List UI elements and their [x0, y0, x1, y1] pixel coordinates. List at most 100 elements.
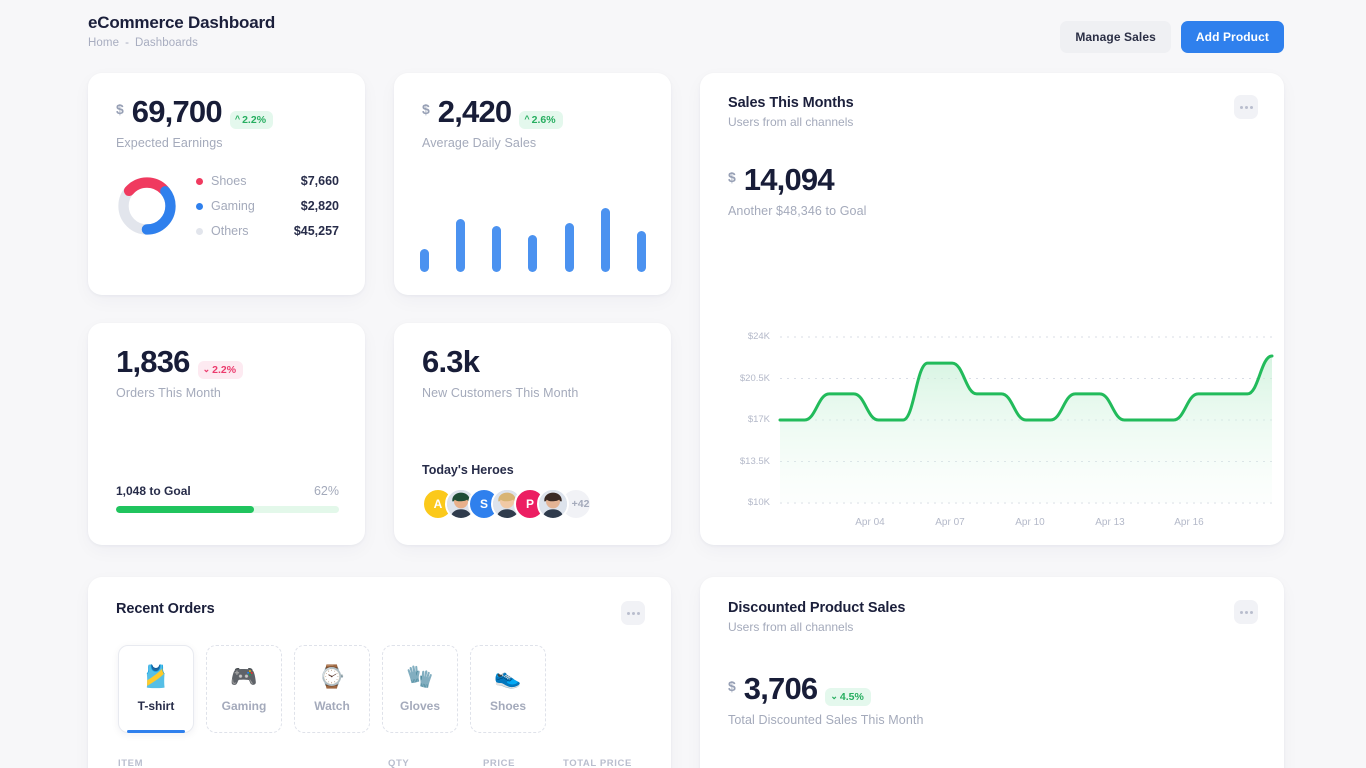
page-title: eCommerce Dashboard	[88, 13, 276, 32]
avatar-photo[interactable]	[537, 488, 569, 520]
average-daily-sales-card: $ 2,420 ^ 2.6% Average Daily Sales	[394, 73, 671, 295]
daily-sales-value: 2,420	[437, 94, 512, 129]
x-tick-label: Apr 10	[1015, 517, 1045, 528]
x-tick-label: Apr 04	[855, 517, 885, 528]
product-tab-label: T-shirt	[137, 699, 175, 713]
expected-earnings-kpi: $ 69,700 ^ 2.2%	[116, 95, 339, 129]
orders-label: Orders This Month	[116, 386, 221, 400]
breadcrumb: Home - Dashboards	[88, 37, 275, 49]
active-tab-underline	[127, 730, 185, 733]
bar-4	[528, 234, 538, 272]
bar-1	[420, 248, 429, 272]
dashboard-page: eCommerce Dashboard Home - Dashboards Ma…	[0, 0, 1366, 768]
sales-card-subtitle: Users from all channels	[728, 115, 854, 129]
product-tab-gloves[interactable]: 🧤 Gloves	[382, 645, 458, 733]
y-tick-label: $17K	[747, 414, 770, 425]
orders-kpi: 1,836 ⌄ 2.2%	[116, 345, 339, 379]
sales-value: 14,094	[743, 162, 835, 197]
todays-heroes-title: Today's Heroes	[422, 463, 514, 477]
expected-earnings-delta: 2.2%	[242, 113, 267, 126]
discount-kpi: $ 3,706 ⌄ 4.5%	[728, 672, 1258, 706]
column-header-total-price: TOTAL PRICE	[563, 758, 632, 768]
bar-2	[456, 218, 466, 272]
ellipsis-icon[interactable]	[621, 601, 645, 625]
expected-earnings-label: Expected Earnings	[116, 136, 223, 150]
product-tab-shoes[interactable]: 👟 Shoes	[470, 645, 546, 733]
sales-card-title: Sales This Months	[728, 95, 854, 111]
product-tab-gaming[interactable]: 🎮 Gaming	[206, 645, 282, 733]
discount-card-subtitle: Users from all channels	[728, 620, 854, 634]
sales-kpi: $ 14,094	[728, 163, 1258, 197]
discount-delta: 4.5%	[839, 690, 864, 703]
discounted-product-sales-card: Discounted Product Sales Users from all …	[700, 577, 1284, 768]
new-customers-card: 6.3k New Customers This Month Today's He…	[394, 323, 671, 545]
x-tick-label: Apr 13	[1095, 517, 1125, 528]
manage-sales-button[interactable]: Manage Sales	[1060, 21, 1171, 53]
column-header-price: PRICE	[483, 758, 516, 768]
daily-sales-bar-chart	[420, 202, 646, 272]
sales-goal-note: Another $48,346 to Goal	[728, 204, 867, 218]
legend-dot-shoes	[196, 177, 203, 185]
column-header-item: ITEM	[118, 758, 144, 768]
header-actions: Manage Sales Add Product	[1060, 21, 1284, 53]
ellipsis-icon[interactable]	[1234, 600, 1258, 624]
page-header: eCommerce Dashboard Home - Dashboards Ma…	[88, 12, 1284, 60]
legend-amount-others: $45,257	[293, 224, 339, 238]
legend-dot-others	[196, 227, 203, 235]
orders-goal-label: 1,048 to Goal	[116, 484, 191, 498]
breadcrumb-item-dashboards[interactable]: Dashboards	[135, 37, 198, 49]
currency-symbol: $	[728, 678, 736, 694]
customers-kpi: 6.3k	[422, 345, 645, 379]
orders-delta-badge: ⌄ 2.2%	[197, 360, 244, 379]
chevron-down-icon: ⌄	[202, 364, 211, 374]
orders-goal-row: 1,048 to Goal 62%	[116, 484, 339, 498]
product-icon-gloves: 🧤	[406, 664, 434, 689]
new-customers-value: 6.3k	[422, 344, 480, 379]
sales-area-chart: $24K $20.5K $17K $13.5K $10K Apr 04 Apr 07 Apr…	[700, 321, 1284, 545]
orders-this-month-card: 1,836 ⌄ 2.2% Orders This Month 1,048 to …	[88, 323, 365, 545]
discount-head-texts: Discounted Product Sales Users from all …	[728, 600, 905, 634]
sales-this-months-card: Sales This Months Users from all channel…	[700, 73, 1284, 545]
bar-5	[564, 223, 574, 272]
x-tick-label: Apr 07	[935, 517, 965, 528]
chevron-up-icon: ^	[524, 114, 530, 124]
expected-earnings-header: $ 69,700 ^ 2.2% Expected Earnings	[88, 73, 365, 150]
header-titles: eCommerce Dashboard Home - Dashboards	[88, 12, 275, 49]
chevron-up-icon: ^	[234, 114, 241, 124]
bar-3	[492, 226, 502, 272]
recent-orders-product-tabs: 🎽 T-shirt 🎮 Gaming ⌚ Watch 🧤 Gloves 👟 Shoes	[118, 645, 546, 733]
discount-value: 3,706	[743, 671, 818, 706]
currency-symbol: $	[728, 169, 736, 185]
discount-delta-badge: ⌄ 4.5%	[825, 687, 871, 706]
product-icon-gaming: 🎮	[230, 664, 258, 689]
add-product-button[interactable]: Add Product	[1180, 21, 1284, 53]
legend-item-others: Others $45,257	[196, 224, 339, 238]
legend-item-shoes: Shoes $7,660	[196, 174, 339, 188]
product-icon-shoes: 👟	[494, 664, 522, 689]
product-tab-t-shirt[interactable]: 🎽 T-shirt	[118, 645, 194, 733]
todays-heroes-avatars: A S P +42	[422, 488, 592, 520]
ellipsis-icon[interactable]	[1234, 95, 1258, 119]
product-icon-watch: ⌚	[318, 664, 346, 689]
sales-card-header: Sales This Months Users from all channel…	[700, 73, 1284, 218]
orders-value: 1,836	[116, 344, 190, 379]
bar-7	[636, 230, 646, 272]
orders-header: 1,836 ⌄ 2.2% Orders This Month	[88, 323, 365, 400]
earnings-legend: Shoes $7,660 Gaming $2,820 Others $45,25…	[196, 174, 339, 238]
breadcrumb-item-home[interactable]: Home	[88, 37, 119, 49]
product-tab-watch[interactable]: ⌚ Watch	[294, 645, 370, 733]
currency-symbol: $	[422, 101, 430, 117]
sales-head-row: Sales This Months Users from all channel…	[728, 95, 1258, 129]
y-tick-label: $13.5K	[739, 455, 770, 467]
product-tab-label: Watch	[314, 699, 350, 713]
orders-goal-percent: 62%	[313, 484, 339, 498]
product-icon-t-shirt: 🎽	[142, 664, 170, 689]
daily-sales-label: Average Daily Sales	[422, 136, 537, 150]
discount-card-title: Discounted Product Sales	[728, 600, 906, 616]
expected-earnings-value: 69,700	[131, 94, 223, 129]
legend-amount-shoes: $7,660	[300, 174, 339, 188]
orders-progress-fill	[116, 506, 255, 513]
product-tab-label: Gloves	[399, 699, 441, 713]
legend-label-gaming: Gaming	[211, 199, 255, 213]
discount-card-header: Discounted Product Sales Users from all …	[700, 577, 1284, 727]
